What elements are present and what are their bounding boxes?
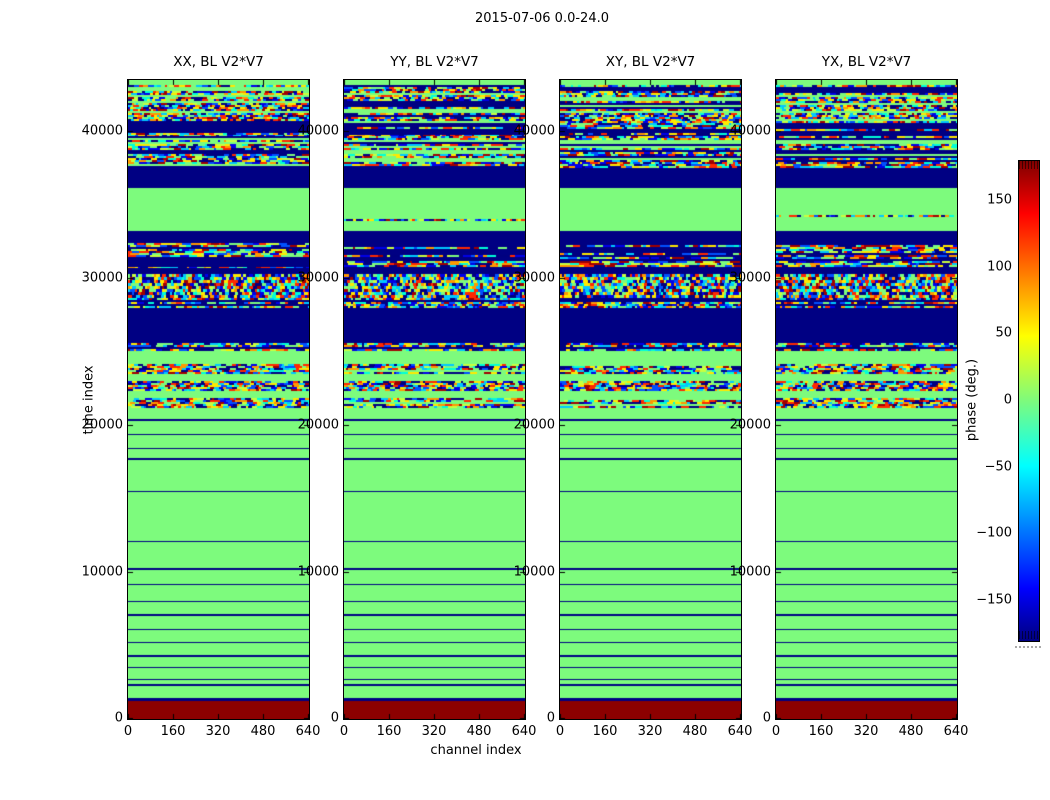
colorbar-tick-label: 150 — [987, 192, 1012, 208]
x-tick-label: 160 — [808, 724, 834, 739]
colorbar-tick-label: 100 — [987, 259, 1012, 275]
panel-title-yy: YY, BL V2*V7 — [390, 54, 479, 70]
y-axis-label: time index — [81, 365, 97, 435]
y-tick-label: 30000 — [297, 270, 339, 286]
colorbar-extend-dots — [1015, 646, 1041, 648]
y-tick-label: 0 — [330, 710, 339, 726]
y-tick-label: 40000 — [297, 123, 339, 139]
x-tick-label: 480 — [250, 724, 276, 739]
y-tick-label: 10000 — [513, 564, 555, 580]
y-tick-label: 10000 — [81, 564, 123, 580]
y-tick-label: 30000 — [729, 270, 771, 286]
y-tick-label: 40000 — [729, 123, 771, 139]
x-tick-label: 640 — [511, 724, 537, 739]
x-tick-label: 160 — [376, 724, 402, 739]
y-tick-label: 0 — [762, 710, 771, 726]
colorbar-tick-label: −150 — [976, 592, 1012, 608]
x-tick-label: 0 — [771, 724, 781, 739]
y-tick-label: 20000 — [513, 417, 555, 433]
colorbar-label: phase (deg.) — [964, 358, 980, 442]
x-tick-label: 480 — [682, 724, 708, 739]
figure: 2015-07-06 0.0-24.0 XX, BL V2*V7 YY, BL … — [0, 0, 1050, 800]
y-tick-label: 30000 — [81, 270, 123, 286]
heatmap-panel-yy — [343, 79, 526, 720]
colorbar-over-hatch — [1019, 161, 1039, 169]
y-tick-label: 20000 — [729, 417, 771, 433]
y-tick-label: 20000 — [297, 417, 339, 433]
y-tick-label: 30000 — [513, 270, 555, 286]
y-tick-label: 40000 — [513, 123, 555, 139]
heatmap-panel-xx — [127, 79, 310, 720]
x-tick-label: 320 — [637, 724, 663, 739]
heatmap-panel-xy — [559, 79, 742, 720]
x-axis-label: channel index — [430, 743, 522, 758]
x-tick-label: 640 — [943, 724, 969, 739]
colorbar-tick-label: −50 — [984, 459, 1012, 475]
colorbar-tick-label: 0 — [1003, 392, 1012, 408]
panel-title-xy: XY, BL V2*V7 — [605, 54, 696, 70]
colorbar — [1018, 160, 1040, 642]
panel-title-xx: XX, BL V2*V7 — [173, 54, 264, 70]
x-tick-label: 640 — [727, 724, 753, 739]
y-tick-label: 10000 — [729, 564, 771, 580]
x-tick-label: 0 — [555, 724, 565, 739]
colorbar-under-hatch — [1019, 631, 1039, 639]
y-tick-label: 40000 — [81, 123, 123, 139]
x-tick-label: 640 — [295, 724, 321, 739]
colorbar-tick-label: −100 — [976, 525, 1012, 541]
x-tick-label: 320 — [853, 724, 879, 739]
x-tick-label: 480 — [466, 724, 492, 739]
x-tick-label: 0 — [123, 724, 133, 739]
y-tick-label: 10000 — [297, 564, 339, 580]
y-tick-label: 0 — [546, 710, 555, 726]
x-tick-label: 0 — [339, 724, 349, 739]
x-tick-label: 320 — [421, 724, 447, 739]
figure-title: 2015-07-06 0.0-24.0 — [475, 11, 609, 26]
x-tick-label: 480 — [898, 724, 924, 739]
panel-title-yx: YX, BL V2*V7 — [821, 54, 912, 70]
x-tick-label: 160 — [160, 724, 186, 739]
y-tick-label: 0 — [114, 710, 123, 726]
x-tick-label: 160 — [592, 724, 618, 739]
colorbar-tick-label: 50 — [995, 325, 1012, 341]
x-tick-label: 320 — [205, 724, 231, 739]
heatmap-panel-yx — [775, 79, 958, 720]
